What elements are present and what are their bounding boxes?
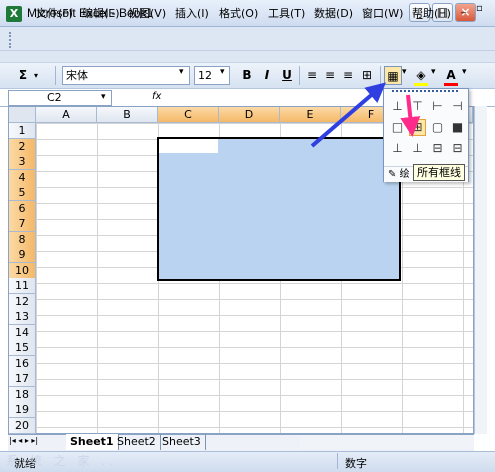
menu-insert[interactable]: 插入(I) bbox=[175, 5, 209, 21]
border-option-top-bottom-icon[interactable]: ⊟ bbox=[429, 140, 446, 157]
underline-button[interactable]: U bbox=[278, 66, 296, 85]
font-name-box[interactable]: 宋体 bbox=[62, 66, 190, 85]
status-mode: 数字 bbox=[345, 457, 367, 470]
row-header-14[interactable]: 14 bbox=[9, 324, 36, 341]
menu-edit[interactable]: 编辑(E) bbox=[82, 5, 120, 21]
menu-tools[interactable]: 工具(T) bbox=[268, 5, 305, 21]
active-cell-c2[interactable] bbox=[159, 139, 218, 153]
font-color-swatch bbox=[444, 83, 458, 86]
merge-center-button[interactable]: ⊞ bbox=[358, 66, 376, 85]
watermark: 系 统 之 家 .. bbox=[6, 454, 117, 468]
toolbar-separator bbox=[380, 66, 381, 85]
dropdown-drag-handle[interactable] bbox=[392, 90, 458, 92]
toolbar-separator bbox=[299, 66, 300, 85]
row-header-2[interactable]: 2 bbox=[9, 138, 36, 155]
border-option-right-icon[interactable]: ⊣ bbox=[449, 98, 466, 115]
row-header-17[interactable]: 17 bbox=[9, 371, 36, 387]
row-header-5[interactable]: 5 bbox=[9, 185, 36, 201]
autosum-button[interactable]: Σ bbox=[14, 66, 32, 85]
row-header-13[interactable]: 13 bbox=[9, 309, 36, 325]
menu-help[interactable]: 帮助(H) bbox=[412, 5, 451, 21]
borders-dropdown-icon[interactable]: ▾ bbox=[402, 67, 407, 77]
menu-format[interactable]: 格式(O) bbox=[219, 5, 258, 21]
column-header-d[interactable]: D bbox=[219, 107, 280, 123]
row-header-9[interactable]: 9 bbox=[9, 247, 36, 263]
bold-button[interactable]: B bbox=[238, 66, 256, 85]
fill-dropdown-icon[interactable]: ▾ bbox=[431, 67, 436, 77]
border-option-bottom-icon[interactable]: ⊥ bbox=[389, 98, 406, 115]
row-header-20[interactable]: 20 bbox=[9, 417, 36, 434]
name-box[interactable]: C2 bbox=[8, 90, 112, 106]
row-header-1[interactable]: 1 bbox=[9, 123, 36, 139]
fill-color-swatch bbox=[414, 83, 428, 86]
menu-data[interactable]: 数据(D) bbox=[314, 5, 353, 21]
vertical-scrollbar[interactable] bbox=[474, 106, 487, 434]
align-left-icon[interactable]: ≡ bbox=[303, 66, 321, 85]
tab-sheet2[interactable]: Sheet2 bbox=[113, 434, 161, 450]
tab-sheet1[interactable]: Sheet1 bbox=[66, 434, 119, 450]
border-option-bottom-double-icon[interactable]: ⊥ bbox=[389, 140, 406, 157]
border-option-left-icon[interactable]: ⊢ bbox=[429, 98, 446, 115]
row-header-10[interactable]: 10 bbox=[9, 262, 36, 279]
menu-window[interactable]: 窗口(W) bbox=[362, 5, 403, 21]
border-option-all-icon[interactable]: ⊞ bbox=[409, 119, 426, 136]
draw-borders-label: 绘 bbox=[399, 169, 410, 180]
size-dropdown-icon[interactable]: ▾ bbox=[220, 67, 225, 77]
row-header-8[interactable]: 8 bbox=[9, 231, 36, 248]
row-header-19[interactable]: 19 bbox=[9, 402, 36, 418]
row-header-15[interactable]: 15 bbox=[9, 340, 36, 356]
tooltip-all-borders: 所有框线 bbox=[413, 164, 465, 181]
align-center-icon[interactable]: ≡ bbox=[321, 66, 339, 85]
pencil-icon: ✎ bbox=[388, 169, 400, 180]
row-header-6[interactable]: 6 bbox=[9, 200, 36, 217]
column-header-e[interactable]: E bbox=[280, 107, 341, 123]
fx-icon[interactable]: fx bbox=[152, 91, 161, 102]
column-header-a[interactable]: A bbox=[36, 107, 97, 123]
excel-icon[interactable]: X bbox=[6, 6, 22, 22]
column-header-b[interactable]: B bbox=[97, 107, 158, 123]
row-header-7[interactable]: 7 bbox=[9, 216, 36, 232]
font-dropdown-icon[interactable]: ▾ bbox=[179, 67, 184, 77]
row-header-11[interactable]: 11 bbox=[9, 278, 36, 294]
tab-sheet3[interactable]: Sheet3 bbox=[158, 434, 206, 450]
italic-button[interactable]: I bbox=[258, 66, 276, 85]
menu-grip-icon bbox=[9, 32, 14, 48]
toolbar-separator bbox=[55, 66, 56, 85]
status-separator bbox=[337, 453, 338, 469]
menu-view[interactable]: 视图(V) bbox=[128, 5, 166, 21]
border-option-outside-icon[interactable]: ▢ bbox=[429, 119, 446, 136]
border-option-thick-bottom-icon[interactable]: ⊥ bbox=[409, 140, 426, 157]
horizontal-scrollbar[interactable] bbox=[300, 435, 474, 449]
document-restore-button[interactable]: ▫ bbox=[476, 3, 483, 14]
row-header-3[interactable]: 3 bbox=[9, 154, 36, 170]
tab-nav-icon[interactable]: |◂ ◂ ▸ ▸| bbox=[9, 436, 38, 445]
border-option-thick-outside-icon[interactable]: ■ bbox=[449, 119, 466, 136]
toolbar-spacer bbox=[0, 51, 495, 62]
namebox-dropdown-icon[interactable]: ▾ bbox=[101, 92, 106, 102]
border-option-top-thick-bottom-icon[interactable]: ⊟ bbox=[449, 140, 466, 157]
border-option-top-icon[interactable]: ⊤ bbox=[409, 98, 426, 115]
borders-button[interactable]: ▦ bbox=[384, 66, 402, 85]
selected-range[interactable] bbox=[157, 137, 401, 281]
row-header-16[interactable]: 16 bbox=[9, 355, 36, 372]
autosum-dropdown-icon[interactable]: ▾ bbox=[31, 66, 41, 85]
document-minimize-button[interactable]: _ bbox=[461, 3, 466, 14]
menu-bar bbox=[0, 27, 495, 51]
border-option-none-icon[interactable]: □ bbox=[389, 119, 406, 136]
row-header-18[interactable]: 18 bbox=[9, 386, 36, 403]
font-color-dropdown-icon[interactable]: ▾ bbox=[462, 67, 467, 77]
row-header-12[interactable]: 12 bbox=[9, 293, 36, 310]
menu-file[interactable]: 文件(F) bbox=[36, 5, 73, 21]
column-header-c[interactable]: C bbox=[158, 107, 219, 123]
select-all-corner[interactable] bbox=[9, 107, 36, 123]
row-header-4[interactable]: 4 bbox=[9, 169, 36, 186]
align-right-icon[interactable]: ≡ bbox=[339, 66, 357, 85]
